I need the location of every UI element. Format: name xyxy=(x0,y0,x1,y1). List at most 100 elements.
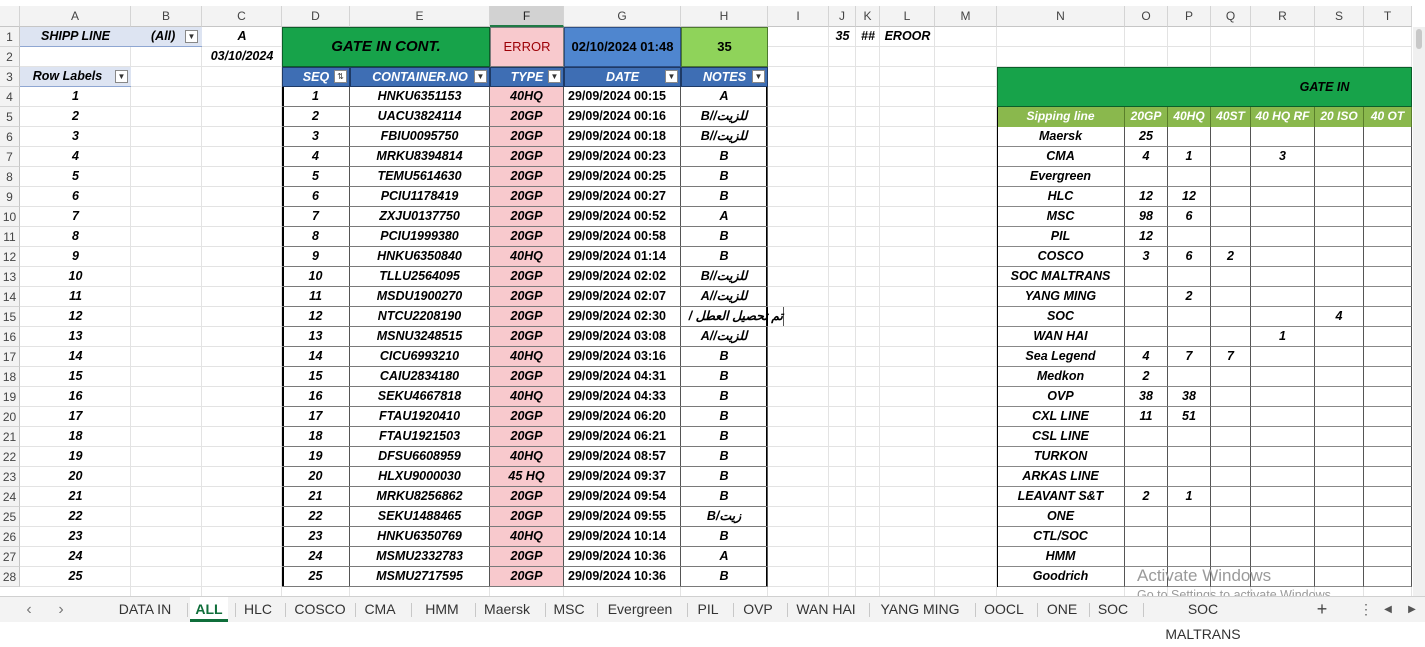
table-cell-date[interactable]: 29/09/2024 02:30 xyxy=(564,307,681,326)
chevron-down-icon[interactable]: ▼ xyxy=(752,70,765,83)
next-sheet-icon[interactable]: › xyxy=(46,597,76,622)
sheet-tab-cma[interactable]: CMA xyxy=(358,597,402,622)
table-cell-date[interactable]: 29/09/2024 00:16 xyxy=(564,107,681,126)
sheet-tab-hmm[interactable]: HMM xyxy=(414,597,470,622)
table-cell-seq[interactable]: 20 xyxy=(282,467,350,486)
table-cell-date[interactable]: 29/09/2024 00:15 xyxy=(564,87,681,106)
table-cell-container[interactable]: HNKU6350840 xyxy=(350,247,490,266)
table-cell-container[interactable]: SEKU4667818 xyxy=(350,387,490,406)
table-cell-date[interactable]: 29/09/2024 03:08 xyxy=(564,327,681,346)
table-cell-notes[interactable]: A xyxy=(681,207,768,226)
row-header[interactable]: 18 xyxy=(0,367,20,387)
table-cell-container[interactable]: CAIU2834180 xyxy=(350,367,490,386)
table-cell-type[interactable]: 20GP xyxy=(490,147,564,166)
pivot-row-value[interactable]: 3 xyxy=(20,127,131,147)
chevron-down-icon[interactable]: ▼ xyxy=(185,30,198,43)
table-cell-type[interactable]: 20GP xyxy=(490,287,564,306)
row-header[interactable]: 8 xyxy=(0,167,20,187)
table-cell-date[interactable]: 29/09/2024 00:18 xyxy=(564,127,681,146)
table-cell-seq[interactable]: 21 xyxy=(282,487,350,506)
spreadsheet-grid[interactable]: ABCDEFGHIJKLMNOPQRST 1 2 3 4 5 6 7 8 9 10 11 12 13 14… xyxy=(0,0,1425,596)
column-header-k[interactable]: K xyxy=(856,6,880,27)
pivot-row-value[interactable]: 12 xyxy=(20,307,131,327)
column-header-q[interactable]: Q xyxy=(1211,6,1251,27)
table-cell-container[interactable]: CICU6993210 xyxy=(350,347,490,366)
row-header[interactable]: 27 xyxy=(0,547,20,567)
table-cell-notes[interactable]: B xyxy=(681,427,768,446)
row-header[interactable]: 16 xyxy=(0,327,20,347)
table-cell-container[interactable]: FBIU0095750 xyxy=(350,127,490,146)
table-cell-notes[interactable]: للزيت//B xyxy=(681,267,768,286)
sheet-tab-yang-ming[interactable]: YANG MING xyxy=(872,597,968,622)
row-header[interactable]: 4 xyxy=(0,87,20,107)
pivot-row-value[interactable]: 9 xyxy=(20,247,131,267)
pivot-row-value[interactable]: 11 xyxy=(20,287,131,307)
table-cell-notes[interactable]: للزيت//A xyxy=(681,327,768,346)
table-cell-container[interactable]: HNKU6351153 xyxy=(350,87,490,106)
table-cell-date[interactable]: 29/09/2024 02:02 xyxy=(564,267,681,286)
pivot-row-value[interactable]: 4 xyxy=(20,147,131,167)
scroll-right-icon[interactable]: ▶ xyxy=(1398,597,1425,622)
column-header-d[interactable]: D xyxy=(282,6,350,27)
pivot-row-value[interactable]: 10 xyxy=(20,267,131,287)
row-header[interactable]: 14 xyxy=(0,287,20,307)
row-header[interactable]: 21 xyxy=(0,427,20,447)
pivot-row-value[interactable]: 24 xyxy=(20,547,131,567)
table-cell-type[interactable]: 20GP xyxy=(490,207,564,226)
column-header-p[interactable]: P xyxy=(1168,6,1211,27)
column-header-i[interactable]: I xyxy=(768,6,829,27)
table-cell-container[interactable]: MSDU1900270 xyxy=(350,287,490,306)
column-header-h[interactable]: H xyxy=(681,6,768,27)
table-cell-type[interactable]: 40HQ xyxy=(490,347,564,366)
table-cell-notes[interactable]: B xyxy=(681,487,768,506)
table-cell-seq[interactable]: 3 xyxy=(282,127,350,146)
table-cell-container[interactable]: TLLU2564095 xyxy=(350,267,490,286)
vertical-scrollbar[interactable] xyxy=(1413,27,1425,596)
table-cell-container[interactable]: PCIU1178419 xyxy=(350,187,490,206)
table-cell-seq[interactable]: 13 xyxy=(282,327,350,346)
table-cell-notes[interactable]: B xyxy=(681,447,768,466)
table-cell-container[interactable]: HLXU9000030 xyxy=(350,467,490,486)
sheet-tab-cosco[interactable]: COSCO xyxy=(288,597,352,622)
prev-sheet-icon[interactable]: ‹ xyxy=(14,597,44,622)
chevron-down-icon[interactable]: ▼ xyxy=(115,70,128,83)
row-header[interactable]: 28 xyxy=(0,567,20,587)
table-cell-date[interactable]: 29/09/2024 08:57 xyxy=(564,447,681,466)
pivot-row-value[interactable]: 13 xyxy=(20,327,131,347)
table-cell-type[interactable]: 20GP xyxy=(490,427,564,446)
table-cell-type[interactable]: 40HQ xyxy=(490,87,564,106)
table-cell-seq[interactable]: 1 xyxy=(282,87,350,106)
table-cell-date[interactable]: 29/09/2024 09:37 xyxy=(564,467,681,486)
chevron-down-icon[interactable]: ▼ xyxy=(665,70,678,83)
table-cell-notes[interactable]: B xyxy=(681,187,768,206)
table-cell-seq[interactable]: 25 xyxy=(282,567,350,586)
pivot-row-value[interactable]: 16 xyxy=(20,387,131,407)
pivot-row-value[interactable]: 7 xyxy=(20,207,131,227)
column-header-a[interactable]: A xyxy=(20,6,131,27)
column-header-r[interactable]: R xyxy=(1251,6,1315,27)
table-cell-notes[interactable]: B xyxy=(681,407,768,426)
table-cell-date[interactable]: 29/09/2024 10:36 xyxy=(564,547,681,566)
pivot-row-value[interactable]: 22 xyxy=(20,507,131,527)
pivot-row-value[interactable]: 15 xyxy=(20,367,131,387)
row-header[interactable]: 15 xyxy=(0,307,20,327)
table-cell-seq[interactable]: 15 xyxy=(282,367,350,386)
table-cell-seq[interactable]: 7 xyxy=(282,207,350,226)
table-cell-seq[interactable]: 19 xyxy=(282,447,350,466)
table-cell-date[interactable]: 29/09/2024 09:54 xyxy=(564,487,681,506)
table-cell-seq[interactable]: 23 xyxy=(282,527,350,546)
table-cell-date[interactable]: 29/09/2024 00:58 xyxy=(564,227,681,246)
column-header-m[interactable]: M xyxy=(935,6,997,27)
row-header[interactable]: 12 xyxy=(0,247,20,267)
table-cell-type[interactable]: 40HQ xyxy=(490,247,564,266)
table-cell-seq[interactable]: 8 xyxy=(282,227,350,246)
table-cell-date[interactable]: 29/09/2024 04:33 xyxy=(564,387,681,406)
sort-filter-icon[interactable]: ⇅ xyxy=(334,70,347,83)
row-header[interactable]: 17 xyxy=(0,347,20,367)
pivot-row-value[interactable]: 18 xyxy=(20,427,131,447)
row-header[interactable]: 11 xyxy=(0,227,20,247)
table-cell-notes[interactable]: B xyxy=(681,387,768,406)
table-cell-date[interactable]: 29/09/2024 10:14 xyxy=(564,527,681,546)
pivot-row-value[interactable]: 8 xyxy=(20,227,131,247)
column-header-c[interactable]: C xyxy=(202,6,282,27)
